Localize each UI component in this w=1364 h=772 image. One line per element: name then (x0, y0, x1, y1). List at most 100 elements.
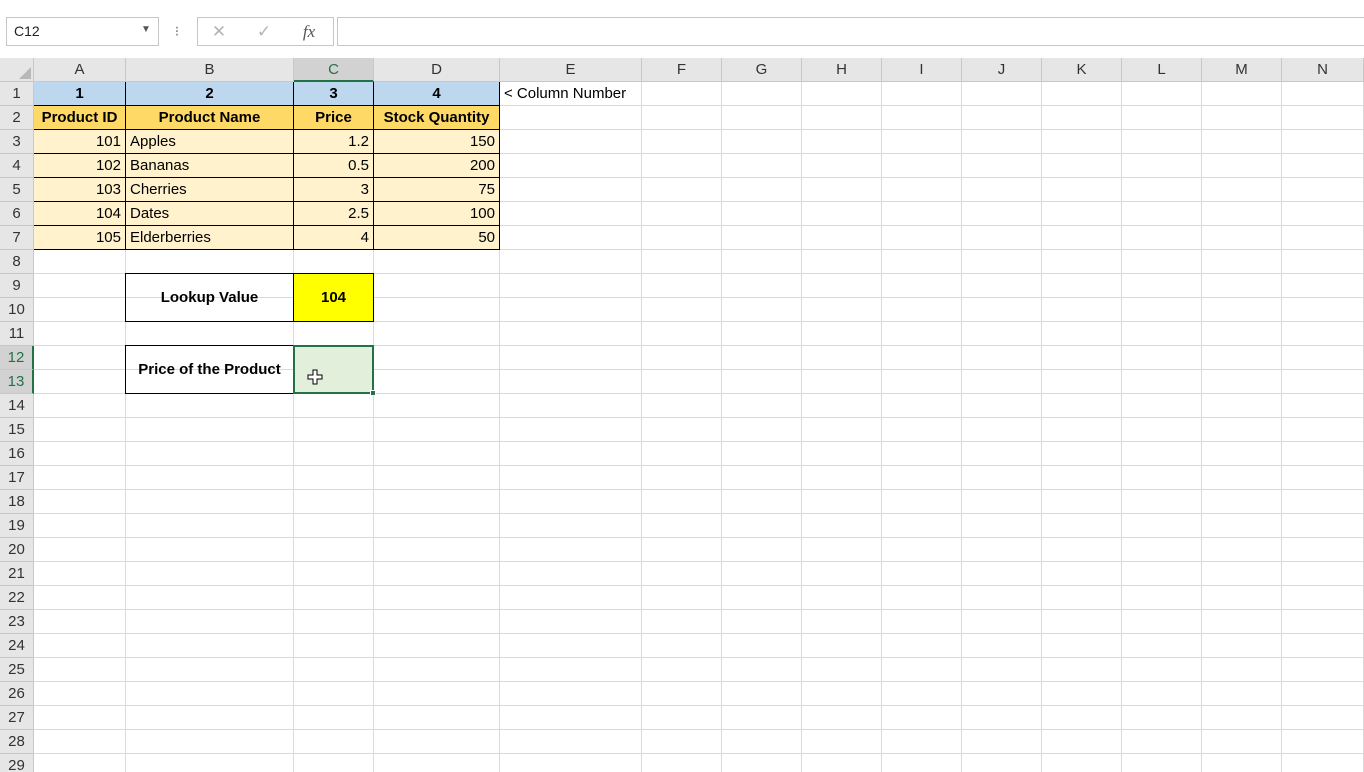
vertical-dots-icon[interactable]: ⁝ (171, 20, 183, 42)
column-number-cell[interactable]: 2 (125, 81, 294, 106)
column-header-f[interactable]: F (642, 58, 722, 82)
column-header-l[interactable]: L (1122, 58, 1202, 82)
row-header-6[interactable]: 6 (0, 202, 34, 226)
row-header-24[interactable]: 24 (0, 634, 34, 658)
close-icon[interactable]: ✕ (204, 20, 234, 44)
gridline-vertical (1121, 58, 1122, 772)
column-header-i[interactable]: I (882, 58, 962, 82)
table-data-cell[interactable]: 105 (33, 225, 126, 250)
gridline-horizontal (34, 705, 1364, 706)
column-header-b[interactable]: B (126, 58, 294, 82)
table-header-cell[interactable]: Stock Quantity (373, 105, 500, 130)
row-header-3[interactable]: 3 (0, 130, 34, 154)
row-header-18[interactable]: 18 (0, 490, 34, 514)
gridline-vertical (801, 58, 802, 772)
column-header-j[interactable]: J (962, 58, 1042, 82)
table-data-cell[interactable]: 200 (373, 153, 500, 178)
row-header-22[interactable]: 22 (0, 586, 34, 610)
lookup-value-cell[interactable]: 104 (293, 273, 374, 322)
table-data-cell[interactable]: 102 (33, 153, 126, 178)
column-header-h[interactable]: H (802, 58, 882, 82)
table-data-cell[interactable]: 75 (373, 177, 500, 202)
gridline-vertical (641, 58, 642, 772)
column-header-n[interactable]: N (1282, 58, 1364, 82)
column-number-note[interactable]: < Column Number (500, 82, 660, 105)
row-header-28[interactable]: 28 (0, 730, 34, 754)
formula-input[interactable] (337, 17, 1364, 46)
chevron-down-icon[interactable]: ▼ (140, 24, 152, 38)
row-header-23[interactable]: 23 (0, 610, 34, 634)
gridline-vertical (1201, 58, 1202, 772)
row-header-21[interactable]: 21 (0, 562, 34, 586)
column-number-cell[interactable]: 1 (33, 81, 126, 106)
column-header-k[interactable]: K (1042, 58, 1122, 82)
table-data-cell[interactable]: Dates (125, 201, 294, 226)
table-data-cell[interactable]: 150 (373, 129, 500, 154)
row-header-25[interactable]: 25 (0, 658, 34, 682)
formula-buttons: ✕ ✓ fx (197, 17, 334, 46)
gridline-horizontal (34, 417, 1364, 418)
gridline-horizontal (34, 633, 1364, 634)
row-header-11[interactable]: 11 (0, 322, 34, 346)
gridline-horizontal (34, 657, 1364, 658)
table-header-cell[interactable]: Product Name (125, 105, 294, 130)
result-label[interactable]: Price of the Product (125, 345, 294, 394)
column-header-m[interactable]: M (1202, 58, 1282, 82)
row-header-16[interactable]: 16 (0, 442, 34, 466)
column-header-e[interactable]: E (500, 58, 642, 82)
table-data-cell[interactable]: Apples (125, 129, 294, 154)
row-header-27[interactable]: 27 (0, 706, 34, 730)
row-header-19[interactable]: 19 (0, 514, 34, 538)
gridline-vertical (1041, 58, 1042, 772)
table-data-cell[interactable]: 100 (373, 201, 500, 226)
row-header-10[interactable]: 10 (0, 298, 34, 322)
table-data-cell[interactable]: Cherries (125, 177, 294, 202)
formula-bar: C12 ▼ ⁝ ✕ ✓ fx (0, 0, 1364, 58)
row-header-14[interactable]: 14 (0, 394, 34, 418)
row-header-20[interactable]: 20 (0, 538, 34, 562)
row-header-2[interactable]: 2 (0, 106, 34, 130)
lookup-value-label[interactable]: Lookup Value (125, 273, 294, 322)
column-header-g[interactable]: G (722, 58, 802, 82)
gridline-horizontal (34, 609, 1364, 610)
column-number-cell[interactable]: 4 (373, 81, 500, 106)
row-header-13[interactable]: 13 (0, 370, 34, 394)
table-header-cell[interactable]: Price (293, 105, 374, 130)
row-header-7[interactable]: 7 (0, 226, 34, 250)
column-number-cell[interactable]: 3 (293, 81, 374, 106)
table-data-cell[interactable]: 103 (33, 177, 126, 202)
table-data-cell[interactable]: 101 (33, 129, 126, 154)
table-data-cell[interactable]: 3 (293, 177, 374, 202)
table-data-cell[interactable]: Elderberries (125, 225, 294, 250)
column-header-c[interactable]: C (294, 58, 374, 82)
result-cell[interactable] (293, 345, 374, 394)
table-header-cell[interactable]: Product ID (33, 105, 126, 130)
name-box[interactable]: C12 (6, 17, 159, 46)
table-data-cell[interactable]: 4 (293, 225, 374, 250)
table-data-cell[interactable]: 50 (373, 225, 500, 250)
fx-icon[interactable]: fx (294, 20, 324, 44)
select-all-corner[interactable] (0, 58, 34, 82)
row-header-17[interactable]: 17 (0, 466, 34, 490)
table-data-cell[interactable]: 2.5 (293, 201, 374, 226)
table-data-cell[interactable]: 104 (33, 201, 126, 226)
row-header-29[interactable]: 29 (0, 754, 34, 772)
column-header-d[interactable]: D (374, 58, 500, 82)
table-data-cell[interactable]: Bananas (125, 153, 294, 178)
gridline-vertical (721, 58, 722, 772)
row-header-5[interactable]: 5 (0, 178, 34, 202)
fill-handle[interactable] (370, 390, 376, 396)
table-data-cell[interactable]: 0.5 (293, 153, 374, 178)
row-header-26[interactable]: 26 (0, 682, 34, 706)
row-header-1[interactable]: 1 (0, 82, 34, 106)
column-header-a[interactable]: A (34, 58, 126, 82)
row-header-8[interactable]: 8 (0, 250, 34, 274)
row-header-12[interactable]: 12 (0, 346, 34, 370)
row-header-9[interactable]: 9 (0, 274, 34, 298)
table-data-cell[interactable]: 1.2 (293, 129, 374, 154)
spreadsheet-grid: 1 2 3 4 < Column Number Product ID Product Nam… (0, 58, 1364, 772)
gridline-vertical (1281, 58, 1282, 772)
check-icon[interactable]: ✓ (249, 20, 279, 44)
row-header-15[interactable]: 15 (0, 418, 34, 442)
row-header-4[interactable]: 4 (0, 154, 34, 178)
